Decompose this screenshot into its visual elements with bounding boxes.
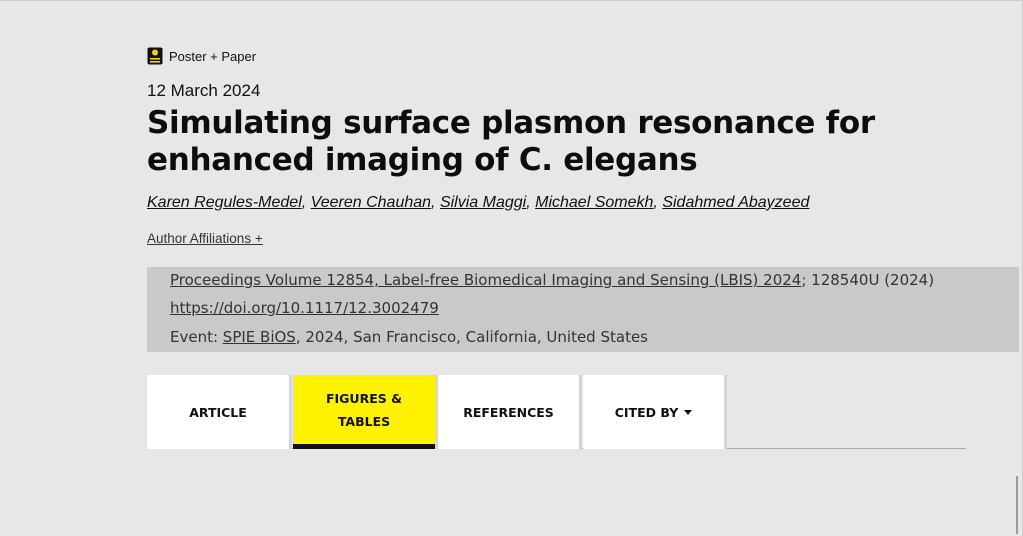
author-separator: , bbox=[526, 194, 531, 211]
content-type-label: Poster + Paper bbox=[169, 48, 257, 64]
tab-figures-tables[interactable]: FIGURES & TABLES bbox=[293, 375, 435, 449]
event-prefix: Event: bbox=[170, 328, 223, 346]
author-link[interactable]: Veeren Chauhan bbox=[311, 194, 431, 211]
tab-references[interactable]: REFERENCES bbox=[438, 375, 579, 449]
window-top-border bbox=[0, 0, 1023, 1]
tab-label: FIGURES & TABLES bbox=[326, 387, 402, 433]
event-details: , 2024, San Francisco, California, Unite… bbox=[295, 328, 648, 346]
publication-info-box: Proceedings Volume 12854, Label-free Bio… bbox=[147, 267, 1019, 352]
article-title: Simulating surface plasmon resonance for… bbox=[147, 105, 875, 178]
author-affiliations-toggle[interactable]: Author Affiliations + bbox=[147, 231, 263, 246]
proceedings-line: Proceedings Volume 12854, Label-free Bio… bbox=[170, 271, 934, 289]
doi-link[interactable]: https://doi.org/10.1117/12.3002479 bbox=[170, 299, 439, 317]
tab-separator bbox=[724, 375, 727, 449]
author-list: Karen Regules-Medel, Veeren Chauhan, Sil… bbox=[147, 194, 809, 212]
author-separator: , bbox=[653, 194, 658, 211]
tab-label-line: FIGURES & bbox=[325, 390, 403, 406]
tab-label: REFERENCES bbox=[463, 404, 554, 420]
author-link[interactable]: Silvia Maggi bbox=[440, 194, 526, 211]
article-id: ; 128540U (2024) bbox=[801, 271, 935, 289]
tab-label: CITED BY bbox=[614, 404, 679, 420]
event-line: Event: SPIE BiOS, 2024, San Francisco, C… bbox=[170, 328, 648, 346]
tab-label-line: TABLES bbox=[337, 413, 391, 429]
publication-date: 12 March 2024 bbox=[147, 81, 261, 100]
doi-line: https://doi.org/10.1117/12.3002479 bbox=[170, 299, 439, 317]
author-link[interactable]: Michael Somekh bbox=[535, 194, 653, 211]
author-separator: , bbox=[301, 194, 307, 211]
tab-separator bbox=[289, 375, 292, 449]
tab-label: ARTICLE bbox=[189, 404, 247, 420]
proceedings-volume-link[interactable]: Proceedings Volume 12854, Label-free Bio… bbox=[170, 271, 801, 289]
scrollbar-thumb[interactable] bbox=[1016, 476, 1018, 534]
author-separator: , bbox=[431, 194, 436, 211]
content-type-badge: Poster + Paper bbox=[147, 47, 256, 65]
tab-separator bbox=[579, 375, 582, 449]
tab-article[interactable]: ARTICLE bbox=[147, 375, 289, 449]
article-tabs: ARTICLE FIGURES & TABLES REFERENCES CITED… bbox=[147, 375, 966, 450]
author-link[interactable]: Sidahmed Abayzeed bbox=[662, 194, 809, 211]
author-link[interactable]: Karen Regules-Medel bbox=[147, 194, 302, 211]
tab-cited-by[interactable]: CITED BY bbox=[583, 375, 724, 449]
poster-icon bbox=[147, 47, 163, 65]
caret-down-icon bbox=[684, 409, 693, 415]
event-link[interactable]: SPIE BiOS bbox=[223, 328, 296, 346]
